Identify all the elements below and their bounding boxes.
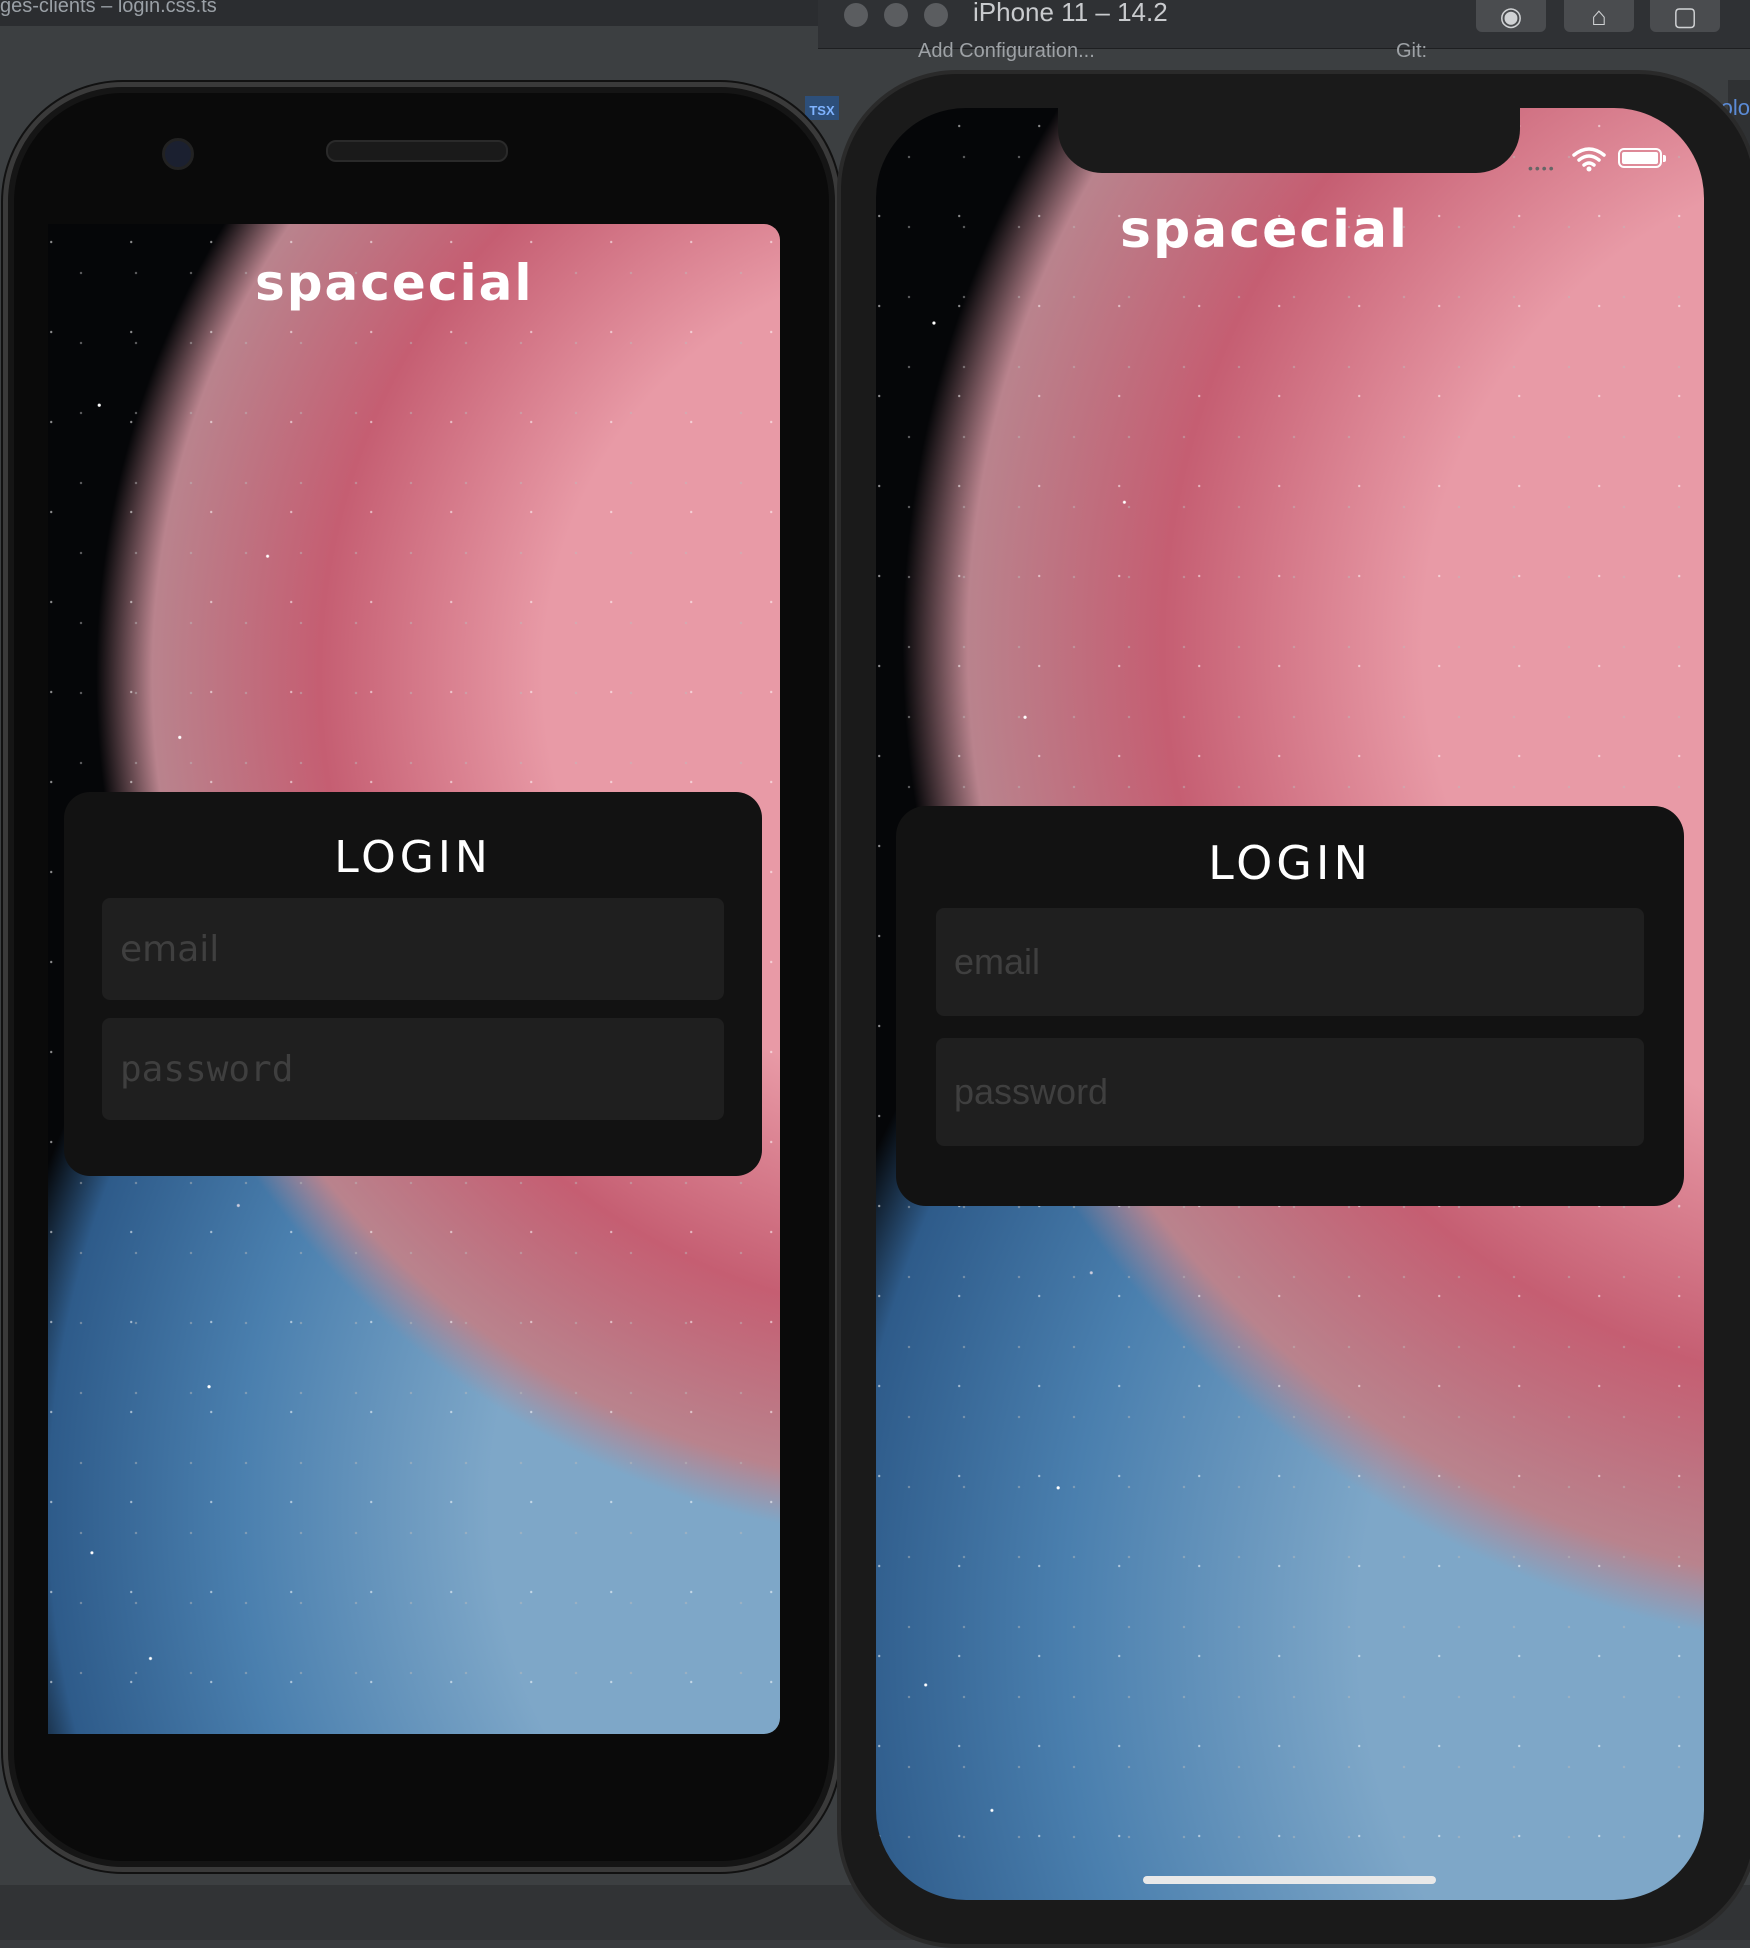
rotate-icon: ▢ (1672, 1, 1698, 31)
email-field[interactable] (102, 898, 724, 1000)
close-window-button[interactable] (844, 3, 868, 27)
login-card: Login (896, 806, 1684, 1206)
ide-window-title: ges-clients – login.css.ts (0, 0, 217, 17)
git-label: Git: (1396, 40, 1428, 62)
login-title: Login (1208, 836, 1372, 890)
simulator-title: iPhone 11 – 14.2 (973, 0, 1168, 27)
android-camera (162, 138, 194, 170)
wifi-icon (1572, 147, 1606, 172)
home-indicator[interactable] (1143, 1876, 1436, 1884)
ide-toolbar: Add Configuration... Git: (818, 38, 1750, 68)
battery-icon (1618, 148, 1666, 168)
password-field[interactable] (936, 1038, 1644, 1146)
screenshot-button[interactable]: ◉ (1476, 0, 1546, 32)
android-speaker (326, 140, 508, 162)
home-icon: ⌂ (1591, 1, 1607, 31)
email-field[interactable] (936, 908, 1644, 1016)
zoom-window-button[interactable] (924, 3, 948, 27)
minimize-window-button[interactable] (884, 3, 908, 27)
camera-icon: ◉ (1499, 1, 1523, 31)
login-title: Login (334, 832, 492, 883)
signal-icon: •••• (1528, 160, 1556, 176)
tsx-file-icon: TSX (805, 96, 839, 120)
app-logo: spacecial (1120, 200, 1409, 260)
app-logo: spacecial (255, 254, 534, 312)
rotate-button[interactable]: ▢ (1650, 0, 1720, 32)
iphone-notch (1058, 108, 1520, 173)
home-button[interactable]: ⌂ (1564, 0, 1634, 32)
login-card: Login (64, 792, 762, 1176)
add-configuration-button[interactable]: Add Configuration... (918, 40, 1095, 63)
password-field[interactable] (102, 1018, 724, 1120)
